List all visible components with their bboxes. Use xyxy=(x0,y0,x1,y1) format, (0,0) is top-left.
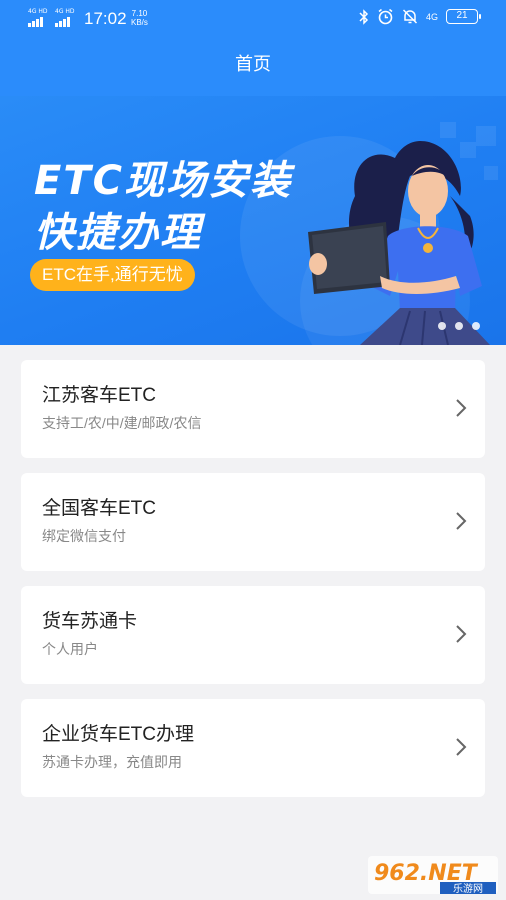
chevron-right-icon xyxy=(456,399,467,417)
woman-with-tablet-illustration xyxy=(308,141,490,345)
signal-bars-icon xyxy=(28,17,48,27)
card-title: 全国客车ETC xyxy=(42,498,157,519)
battery-level: 21 xyxy=(456,10,468,21)
service-card-national-passenger-etc[interactable]: 全国客车ETC 绑定微信支付 xyxy=(21,473,485,571)
sim2-label: 4G HD xyxy=(55,8,75,15)
service-card-enterprise-truck-etc[interactable]: 企业货车ETC办理 苏通卡办理，充值即用 xyxy=(21,699,485,797)
banner-pagination[interactable] xyxy=(438,322,480,330)
watermark-site: 乐游网 xyxy=(453,882,483,895)
card-title: 货车苏通卡 xyxy=(42,611,138,632)
status-time: 17:02 xyxy=(84,9,127,28)
chevron-right-icon xyxy=(456,512,467,530)
pagination-dot[interactable] xyxy=(455,322,463,330)
card-subtitle: 苏通卡办理，充值即用 xyxy=(42,754,182,770)
speed-value: 7.10 xyxy=(131,9,148,18)
sim1-label: 4G HD xyxy=(28,8,48,15)
battery-icon: 21 xyxy=(446,9,481,24)
chevron-right-icon xyxy=(456,625,467,643)
network-speed: 7.10 KB/s xyxy=(131,9,148,27)
mute-bell-icon xyxy=(402,9,418,24)
status-icons: 4G 21 xyxy=(359,8,481,25)
network-type: 4G xyxy=(425,11,438,22)
pagination-dot[interactable] xyxy=(472,322,480,330)
alarm-clock-icon xyxy=(378,8,393,25)
card-subtitle: 绑定微信支付 xyxy=(42,528,126,544)
banner-headline-2: 快捷办理 xyxy=(34,210,202,256)
service-card-jiangsu-passenger-etc[interactable]: 江苏客车ETC 支持工/农/中/建/邮政/农信 xyxy=(21,360,485,458)
pagination-dot[interactable] xyxy=(438,322,446,330)
card-title: 企业货车ETC办理 xyxy=(42,724,195,745)
chevron-right-icon xyxy=(456,738,467,756)
bluetooth-icon xyxy=(359,8,369,25)
service-card-truck-sutong-card[interactable]: 货车苏通卡 个人用户 xyxy=(21,586,485,684)
banner-headline-1: ETC现场安装 xyxy=(34,158,292,204)
signal-bars-icon xyxy=(55,17,75,27)
speed-unit: KB/s xyxy=(131,18,148,27)
page-title: 首页 xyxy=(235,54,271,74)
banner-slogan-pill: ETC在手,通行无忧 xyxy=(30,259,195,291)
card-title: 江苏客车ETC xyxy=(42,385,157,406)
site-watermark-logo: 962.NET 乐游网 xyxy=(368,856,498,895)
status-bar: 4G HD 4G HD 17:02 7.10 KB/s 4G 21 xyxy=(0,0,506,36)
app-header: 4G HD 4G HD 17:02 7.10 KB/s 4G 21 首页 xyxy=(0,0,506,96)
card-subtitle: 个人用户 xyxy=(42,641,98,657)
card-subtitle: 支持工/农/中/建/邮政/农信 xyxy=(42,415,202,431)
signal-sim1: 4G HD xyxy=(28,8,48,27)
signal-sim2: 4G HD xyxy=(55,8,75,27)
promo-banner[interactable]: ETC现场安装 快捷办理 ETC在手,通行无忧 xyxy=(0,96,506,345)
